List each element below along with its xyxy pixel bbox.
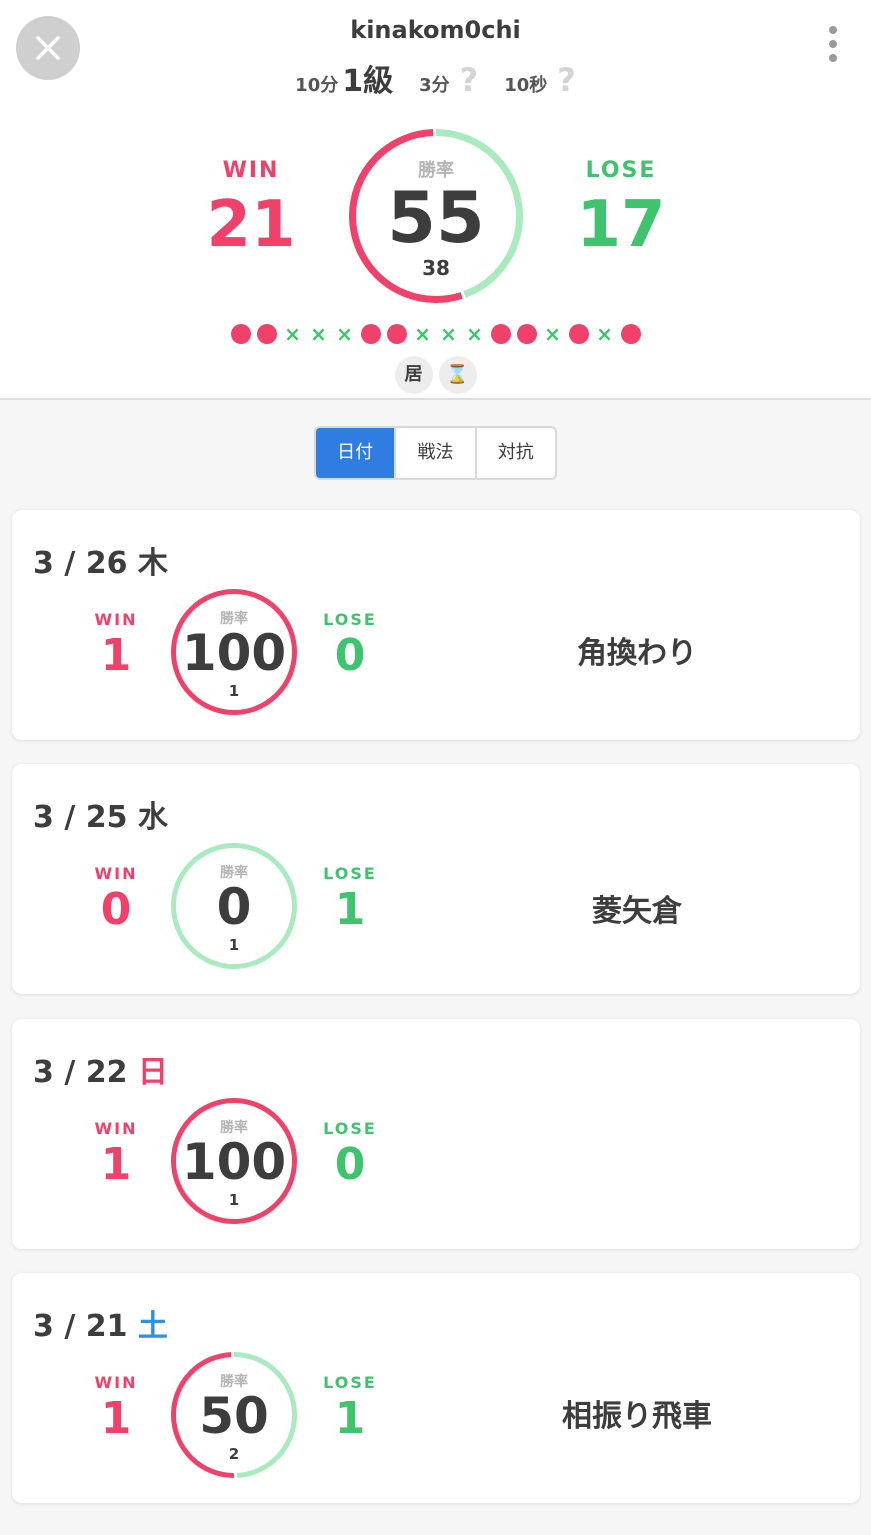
lose-label: LOSE bbox=[323, 864, 377, 883]
win-rate-value: 55 bbox=[387, 177, 485, 259]
loss-mark-icon: × bbox=[310, 322, 327, 346]
win-dot bbox=[490, 324, 511, 344]
win-dot bbox=[386, 324, 407, 344]
win-rate-ring: 勝率 100 1 bbox=[170, 588, 298, 716]
recent-results: × × × × × × × × bbox=[0, 324, 871, 344]
unknown-rank-icon: ? bbox=[557, 61, 576, 99]
profile-header: kinakom0chi 10分 1級 3分 ? 10秒 ? WIN 21 勝率 … bbox=[0, 0, 871, 400]
win-count: 1 bbox=[100, 1139, 132, 1190]
total-games: 1 bbox=[228, 1191, 240, 1209]
lose-label: LOSE bbox=[585, 158, 657, 183]
tab-strategy[interactable]: 戦法 bbox=[396, 428, 477, 478]
win-rate-value: 50 bbox=[199, 1387, 269, 1445]
tag-ibisha[interactable]: 居 bbox=[394, 356, 433, 394]
win-count: 1 bbox=[100, 630, 132, 681]
lose-label: LOSE bbox=[323, 610, 377, 629]
win-label: WIN bbox=[94, 1119, 138, 1138]
weekday: 木 bbox=[137, 546, 168, 581]
lose-count: 17 bbox=[576, 188, 666, 262]
day-card[interactable]: 3 / 21 土 WIN 1 勝率 50 2 LOSE 1 相振り飛車 bbox=[12, 1273, 860, 1503]
lose-count: 0 bbox=[334, 630, 366, 681]
rank-3min[interactable]: 3分 ? bbox=[419, 61, 478, 99]
loss-mark-icon: × bbox=[336, 322, 353, 346]
card-date: 3 / 26 木 bbox=[33, 546, 168, 581]
weekday: 日 bbox=[137, 1055, 168, 1090]
weekday: 土 bbox=[137, 1309, 168, 1344]
card-date: 3 / 25 水 bbox=[33, 800, 168, 835]
win-rate-ring: 勝率 50 2 bbox=[170, 1351, 298, 1479]
strategy-name: 角換わり bbox=[577, 636, 697, 671]
win-dot bbox=[516, 324, 537, 344]
lose-count: 0 bbox=[334, 1139, 366, 1190]
rank-value: 1級 bbox=[342, 64, 394, 99]
win-dot bbox=[568, 324, 589, 344]
card-date: 3 / 21 土 bbox=[33, 1309, 168, 1344]
loss-mark-icon: × bbox=[544, 322, 561, 346]
lose-label: LOSE bbox=[323, 1373, 377, 1392]
loss-mark-icon: × bbox=[440, 322, 457, 346]
lose-count: 1 bbox=[334, 884, 366, 935]
hourglass-icon[interactable]: ⌛ bbox=[438, 356, 477, 394]
win-count: 0 bbox=[100, 884, 132, 935]
total-games: 38 bbox=[422, 256, 450, 280]
sort-segmented-control: 日付 戦法 対抗 bbox=[314, 426, 557, 480]
win-dot bbox=[230, 324, 251, 344]
day-card[interactable]: 3 / 25 水 WIN 0 勝率 0 1 LOSE 1 菱矢倉 bbox=[12, 764, 860, 994]
win-dot bbox=[256, 324, 277, 344]
win-rate-value: 100 bbox=[181, 624, 287, 682]
rank-label: 10分 bbox=[295, 75, 339, 96]
day-card[interactable]: 3 / 26 木 WIN 1 勝率 100 1 LOSE 0 角換わり bbox=[12, 510, 860, 740]
strategy-name: 相振り飛車 bbox=[562, 1399, 712, 1434]
total-games: 1 bbox=[228, 682, 240, 700]
win-rate-value: 100 bbox=[181, 1133, 287, 1191]
strategy-name: 菱矢倉 bbox=[592, 894, 682, 929]
win-label: WIN bbox=[94, 864, 138, 883]
win-dot bbox=[360, 324, 381, 344]
win-label: WIN bbox=[222, 158, 280, 183]
tag-list: 居 ⌛ bbox=[0, 356, 871, 394]
win-rate-ring: 勝率 0 1 bbox=[170, 842, 298, 970]
weekday: 水 bbox=[137, 800, 168, 835]
win-count: 21 bbox=[206, 188, 296, 262]
loss-mark-icon: × bbox=[466, 322, 483, 346]
win-rate-ring: 勝率 100 1 bbox=[170, 1097, 298, 1225]
lose-label: LOSE bbox=[323, 1119, 377, 1138]
rank-label: 3分 bbox=[419, 75, 450, 96]
tab-date[interactable]: 日付 bbox=[316, 428, 397, 478]
unknown-rank-icon: ? bbox=[459, 61, 479, 99]
loss-mark-icon: × bbox=[596, 322, 613, 346]
rank-10sec[interactable]: 10秒 ? bbox=[504, 61, 576, 99]
username: kinakom0chi bbox=[350, 16, 521, 44]
rank-10min[interactable]: 10分 1級 bbox=[295, 56, 393, 100]
loss-mark-icon: × bbox=[284, 322, 301, 346]
win-label: WIN bbox=[94, 1373, 138, 1392]
tab-opponent[interactable]: 対抗 bbox=[477, 428, 555, 478]
day-card[interactable]: 3 / 22 日 WIN 1 勝率 100 1 LOSE 0 bbox=[12, 1019, 860, 1249]
rank-list: 10分 1級 3分 ? 10秒 ? bbox=[0, 56, 871, 100]
total-games: 1 bbox=[228, 936, 240, 954]
win-dot bbox=[620, 324, 641, 344]
rank-label: 10秒 bbox=[504, 75, 548, 96]
win-count: 1 bbox=[100, 1393, 132, 1444]
win-rate-ring: 勝率 55 38 bbox=[348, 128, 524, 304]
win-label: WIN bbox=[94, 610, 138, 629]
lose-count: 1 bbox=[334, 1393, 366, 1444]
total-games: 2 bbox=[228, 1445, 240, 1463]
loss-mark-icon: × bbox=[414, 322, 431, 346]
card-date: 3 / 22 日 bbox=[33, 1055, 168, 1090]
win-rate-value: 0 bbox=[216, 878, 252, 936]
